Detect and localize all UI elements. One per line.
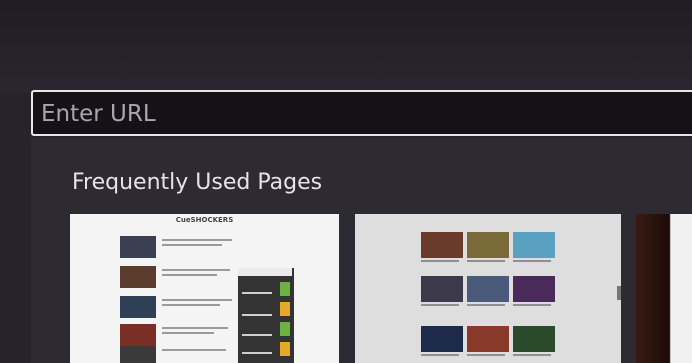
section-title: Frequently Used Pages bbox=[72, 170, 323, 195]
page-thumbnail-1[interactable]: CueSHOCKERS bbox=[70, 214, 339, 363]
page-thumbnail-3[interactable] bbox=[636, 214, 692, 363]
thumbnail-article-row bbox=[120, 266, 235, 288]
thumbnail-article-row bbox=[120, 346, 235, 363]
page-thumbnail-2[interactable] bbox=[355, 214, 621, 363]
thumbnail-article-row bbox=[120, 236, 235, 258]
top-background bbox=[0, 0, 692, 92]
thumbnail-article-row bbox=[120, 324, 235, 346]
thumbnail-sidebar bbox=[238, 268, 294, 363]
thumbnail-site-name: CueSHOCKERS bbox=[175, 216, 234, 224]
thumbnail-article-row bbox=[120, 296, 235, 318]
url-bar[interactable] bbox=[31, 90, 692, 136]
thumbnail-scrollbar bbox=[617, 286, 621, 300]
url-input[interactable] bbox=[41, 99, 661, 129]
